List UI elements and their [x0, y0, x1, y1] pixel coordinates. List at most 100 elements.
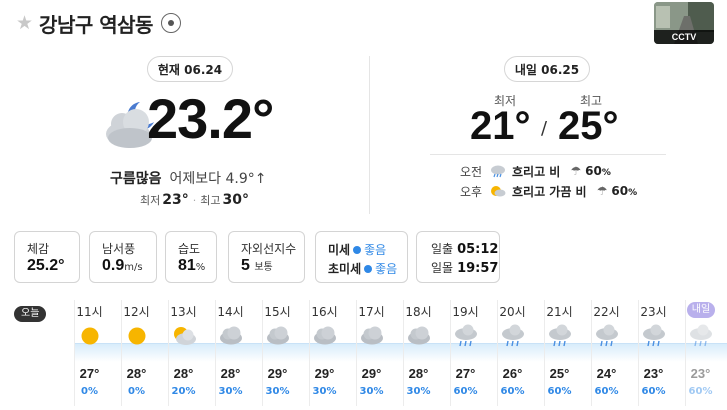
hourly-item: 18시 28° 30%	[395, 296, 442, 410]
hour-rain-chance: 60%	[688, 386, 713, 397]
hourly-item: 21시 25° 60%	[536, 296, 583, 410]
hourly-item: 14시 28° 30%	[207, 296, 254, 410]
divider	[369, 56, 370, 214]
hour-temperature: 29°	[361, 366, 382, 381]
pm-condition: 흐리고 가끔 비	[512, 184, 587, 199]
hourly-item: 19시 27° 60%	[442, 296, 489, 410]
hour-temperature: 23°	[643, 366, 664, 381]
hourly-forecast[interactable]: 오늘 11시 27° 0% 12시 28° 0% 13시 28° 20% 14시 28° 30% 15시…	[0, 296, 727, 410]
hour-rain-chance: 60%	[547, 386, 572, 397]
tomorrow-min: 21°	[470, 104, 531, 148]
hour-rain-chance: 60%	[453, 386, 478, 397]
today-max: 30°	[222, 192, 249, 208]
fine-dust-card[interactable]: 미세 좋음 초미세 좋음	[315, 231, 408, 283]
today-tag: 오늘	[14, 306, 47, 322]
hour-rain-chance: 20%	[171, 386, 196, 397]
hour-temperature: 29°	[267, 366, 288, 381]
favorite-star-icon[interactable]: ★	[16, 12, 33, 34]
hour-rain-chance: 60%	[594, 386, 619, 397]
status-dot-icon	[364, 264, 373, 273]
hour-label: 15시	[264, 305, 291, 319]
sun-rain-icon	[491, 186, 506, 197]
hour-rain-chance: 0%	[128, 386, 145, 397]
current-location-icon[interactable]	[160, 13, 181, 33]
uv-card[interactable]: 자외선지수 5 보통	[228, 231, 305, 283]
hour-temperature: 26°	[502, 366, 523, 381]
sunset-label: 일몰	[431, 261, 454, 275]
tomorrow-am-row: 오전 흐리고 비 ☂ 60%	[460, 162, 611, 180]
cloud-icon	[267, 326, 289, 345]
hour-label: 18시	[405, 305, 432, 319]
hour-label: 16시	[311, 305, 338, 319]
feels-like-value: 25.2°	[27, 257, 65, 274]
hour-temperature: 27°	[79, 366, 100, 381]
uv-value: 5 보통	[241, 257, 273, 274]
location-header: ★ 강남구 역삼동	[16, 6, 181, 40]
today-max-label: 최고	[200, 194, 221, 207]
hour-temperature: 28°	[173, 366, 194, 381]
humidity-card[interactable]: 습도 81%	[165, 231, 217, 283]
rain-icon	[502, 324, 524, 347]
hourly-item: 0시내일23°60%	[677, 296, 724, 410]
cloud-icon	[314, 326, 336, 345]
rain-icon	[690, 324, 712, 347]
hour-temperature: 28°	[408, 366, 429, 381]
hourly-item: 12시 28° 0%	[113, 296, 160, 410]
divider	[430, 154, 666, 155]
tomorrow-tag: 내일	[687, 302, 715, 318]
cctv-thumbnail[interactable]: CCTV	[654, 2, 714, 44]
hour-rain-chance: 30%	[312, 386, 337, 397]
hour-temperature: 28°	[126, 366, 147, 381]
hourly-item: 11시 27° 0%	[66, 296, 113, 410]
pm-label: 오후	[460, 184, 483, 199]
tomorrow-date-pill[interactable]: 내일 06.25	[504, 56, 590, 82]
today-min-label: 최저	[140, 194, 161, 207]
hour-label: 22시	[593, 305, 620, 319]
wind-value: 0.9m/s	[102, 257, 143, 274]
hourly-item: 20시 26° 60%	[489, 296, 536, 410]
humidity-label: 습도	[178, 242, 201, 256]
cloud-icon	[220, 326, 242, 345]
tomorrow-max: 25°	[558, 104, 619, 148]
rain-cloud-icon	[491, 165, 505, 178]
umbrella-icon: ☂	[570, 164, 582, 178]
uv-label: 자외선지수	[241, 242, 297, 256]
sunset-row: 일몰 19:57	[431, 259, 498, 276]
current-condition: 구름많음	[110, 171, 162, 187]
cloud-icon	[361, 326, 383, 345]
hourly-item: 23시 23° 60%	[630, 296, 677, 410]
cctv-label: CCTV	[654, 30, 714, 44]
sun-icon	[128, 327, 146, 345]
hour-label: 20시	[499, 305, 526, 319]
hourly-item: 15시 29° 30%	[254, 296, 301, 410]
am-rain-chance: 60%	[585, 164, 611, 178]
hourly-item: 22시 24° 60%	[583, 296, 630, 410]
ultrafine-dust-row: 초미세 좋음	[328, 260, 397, 277]
feels-like-card[interactable]: 체감 25.2°	[14, 231, 80, 283]
today-min-max: 최저 23° · 최고 30°	[140, 192, 249, 208]
sunrise-sunset-card[interactable]: 일출 05:12 일몰 19:57	[416, 231, 500, 283]
sunrise-time: 05:12	[457, 242, 499, 257]
location-title[interactable]: 강남구 역삼동	[39, 9, 153, 38]
hour-rain-chance: 60%	[500, 386, 525, 397]
humidity-value: 81%	[178, 257, 206, 274]
hour-rain-chance: 30%	[265, 386, 290, 397]
hour-temperature: 23°	[690, 366, 711, 381]
hour-rain-chance: 30%	[218, 386, 243, 397]
hour-label: 12시	[123, 305, 150, 319]
hour-label: 17시	[358, 305, 385, 319]
hourly-item: 16시 29° 30%	[301, 296, 348, 410]
umbrella-icon: ☂	[596, 184, 608, 198]
sunrise-label: 일출	[431, 242, 454, 256]
today-min: 23°	[162, 192, 189, 208]
hour-temperature: 27°	[455, 366, 476, 381]
fine-dust-label: 미세	[328, 243, 351, 257]
current-condition-line: 구름많음 어제보다 4.9°↑	[110, 168, 267, 188]
fine-dust-value: 좋음	[364, 243, 387, 257]
wind-card[interactable]: 남서풍 0.9m/s	[89, 231, 157, 283]
current-temperature: 23.2°	[147, 87, 274, 150]
rain-icon	[596, 324, 618, 347]
hour-rain-chance: 0%	[81, 386, 98, 397]
hour-temperature: 25°	[549, 366, 570, 381]
sunrise-row: 일출 05:12	[431, 240, 498, 257]
